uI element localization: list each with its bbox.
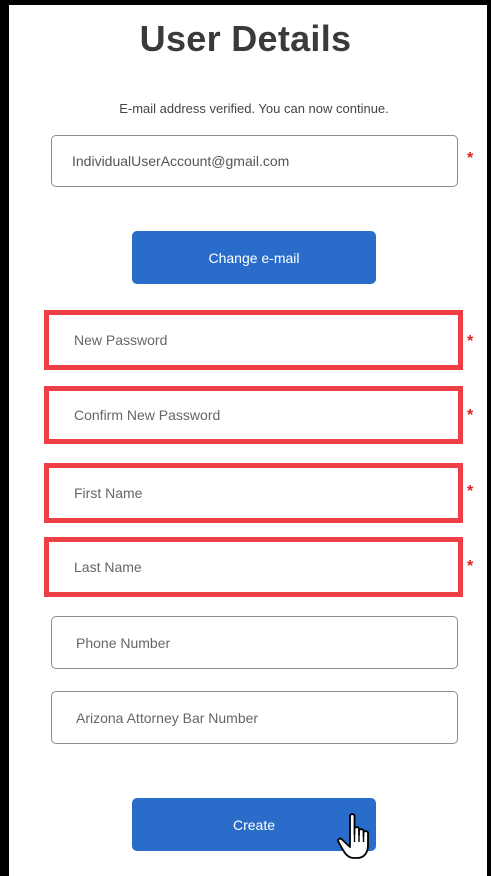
page-title: User Details: [139, 18, 352, 59]
last-name-input[interactable]: [74, 559, 458, 575]
verification-notice: E-mail address verified. You can now con…: [119, 101, 389, 116]
confirm-password-input[interactable]: [74, 407, 458, 423]
bar-number-input[interactable]: [76, 709, 457, 726]
phone-field: [51, 616, 458, 669]
confirm-password-highlight: [44, 386, 463, 444]
new-password-input[interactable]: [74, 332, 458, 348]
last-name-highlight: [44, 537, 463, 597]
change-email-button[interactable]: Change e-mail: [132, 231, 376, 284]
last-name-required-mark: *: [467, 558, 474, 575]
email-value: IndividualUserAccount@gmail.com: [72, 153, 290, 169]
confirm-password-required-mark: *: [467, 407, 474, 424]
bar-number-field: [51, 691, 458, 744]
hand-pointer-icon: [337, 813, 369, 859]
first-name-input[interactable]: [74, 485, 458, 501]
email-required-mark: *: [467, 150, 474, 167]
email-redaction: [310, 144, 390, 178]
phone-input[interactable]: [76, 634, 457, 651]
first-name-highlight: [44, 463, 463, 523]
new-password-required-mark: *: [467, 333, 474, 350]
new-password-highlight: [44, 310, 463, 370]
first-name-required-mark: *: [467, 483, 474, 500]
email-field[interactable]: IndividualUserAccount@gmail.com: [51, 135, 458, 187]
